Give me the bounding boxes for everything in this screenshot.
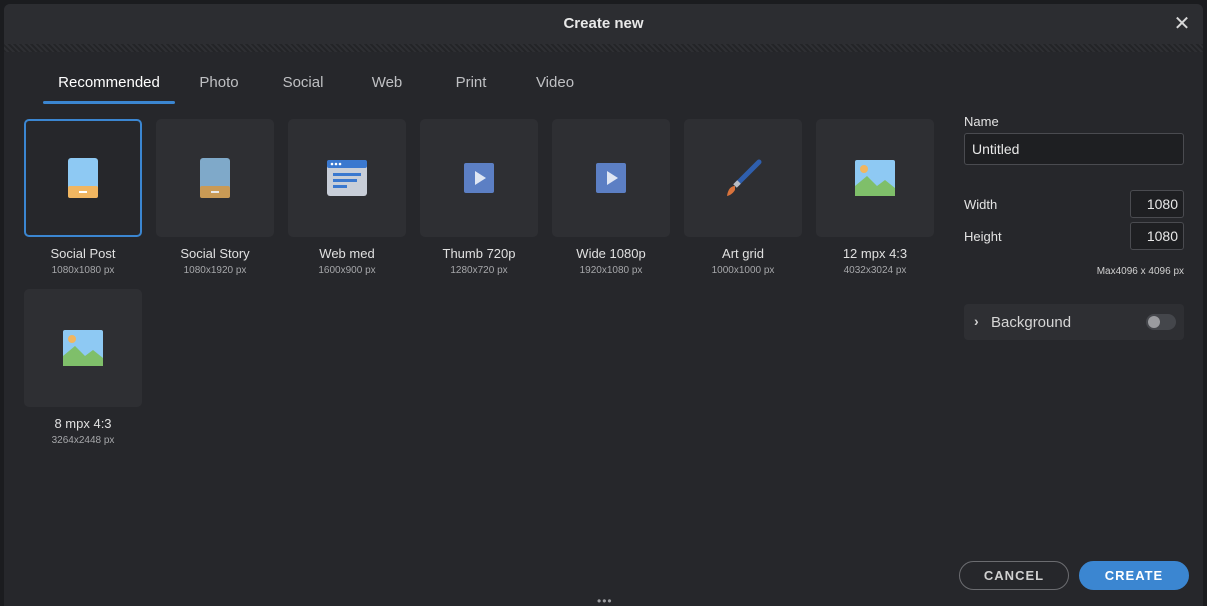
landscape-photo-icon (855, 160, 895, 196)
background-toggle[interactable] (1146, 314, 1176, 330)
preset-web-med[interactable]: Web med 1600x900 px (288, 119, 406, 276)
close-icon[interactable]: ✕ (1171, 13, 1193, 35)
preset-thumbnail (24, 289, 142, 407)
resize-grip-icon[interactable]: ••• (597, 594, 613, 606)
cancel-button[interactable]: CANCEL (959, 561, 1069, 590)
tab-print[interactable]: Print (431, 70, 511, 104)
preset-thumbnail (288, 119, 406, 237)
preset-label: Web med (319, 246, 375, 261)
preset-dimensions: 1000x1000 px (711, 265, 775, 276)
preset-dimensions: 1080x1920 px (183, 265, 247, 276)
preset-dimensions: 1600x900 px (318, 265, 376, 276)
preset-social-post[interactable]: Social Post 1080x1080 px (24, 119, 142, 276)
preset-label: Thumb 720p (442, 246, 516, 261)
preset-thumb-720p[interactable]: Thumb 720p 1280x720 px (420, 119, 538, 276)
header-divider (4, 44, 1203, 52)
paintbrush-icon (727, 159, 762, 196)
preset-thumbnail (24, 119, 142, 237)
preset-dimensions: 1920x1080 px (579, 265, 643, 276)
chevron-right-icon: › (974, 313, 979, 329)
preset-thumbnail (816, 119, 934, 237)
width-row: Width (964, 190, 1184, 218)
tab-photo[interactable]: Photo (175, 70, 263, 104)
preset-thumbnail (156, 119, 274, 237)
height-row: Height (964, 222, 1184, 250)
video-play-icon (464, 163, 494, 193)
dialog-header: Create new ✕ (4, 4, 1203, 44)
tab-video[interactable]: Video (511, 70, 599, 104)
preset-8mpx[interactable]: 8 mpx 4:3 3264x2448 px (24, 289, 142, 446)
preset-label: Social Story (180, 246, 250, 261)
dialog-title: Create new (563, 15, 644, 32)
preset-12mpx[interactable]: 12 mpx 4:3 4032x3024 px (816, 119, 934, 276)
tab-social[interactable]: Social (263, 70, 343, 104)
preset-label: Art grid (722, 246, 764, 261)
create-button[interactable]: CREATE (1079, 561, 1189, 590)
video-play-icon (596, 163, 626, 193)
tab-recommended[interactable]: Recommended (43, 70, 175, 104)
name-input[interactable] (964, 133, 1184, 165)
preset-wide-1080p[interactable]: Wide 1080p 1920x1080 px (552, 119, 670, 276)
preset-social-story[interactable]: Social Story 1080x1920 px (156, 119, 274, 276)
preset-thumbnail (684, 119, 802, 237)
preset-art-grid[interactable]: Art grid 1000x1000 px (684, 119, 802, 276)
category-tabs: Recommended Photo Social Web Print Video (43, 70, 599, 104)
preset-label: Social Post (50, 246, 116, 261)
toggle-knob (1148, 316, 1160, 328)
tab-web[interactable]: Web (343, 70, 431, 104)
create-new-dialog: Create new ✕ Recommended Photo Social We… (4, 4, 1203, 606)
phone-icon (68, 158, 98, 198)
width-input[interactable] (1130, 190, 1184, 218)
max-size-note: Max4096 x 4096 px (1096, 266, 1184, 277)
preset-label: 12 mpx 4:3 (842, 246, 908, 261)
preset-dimensions: 1280x720 px (450, 265, 508, 276)
phone-icon (200, 158, 230, 198)
preset-label: Wide 1080p (576, 246, 646, 261)
width-label: Width (964, 197, 998, 212)
background-section[interactable]: › Background (964, 304, 1184, 340)
settings-panel: Name Width Height Max4096 x 4096 px › Ba… (964, 114, 1184, 340)
browser-window-icon (327, 160, 367, 196)
preset-dimensions: 1080x1080 px (51, 265, 115, 276)
preset-thumbnail (420, 119, 538, 237)
preset-label: 8 mpx 4:3 (54, 416, 112, 431)
preset-thumbnail (552, 119, 670, 237)
preset-dimensions: 4032x3024 px (843, 265, 907, 276)
background-label: Background (991, 314, 1072, 331)
name-label: Name (964, 114, 999, 129)
landscape-photo-icon (63, 330, 103, 366)
preset-dimensions: 3264x2448 px (51, 435, 115, 446)
height-label: Height (964, 229, 1002, 244)
height-input[interactable] (1130, 222, 1184, 250)
